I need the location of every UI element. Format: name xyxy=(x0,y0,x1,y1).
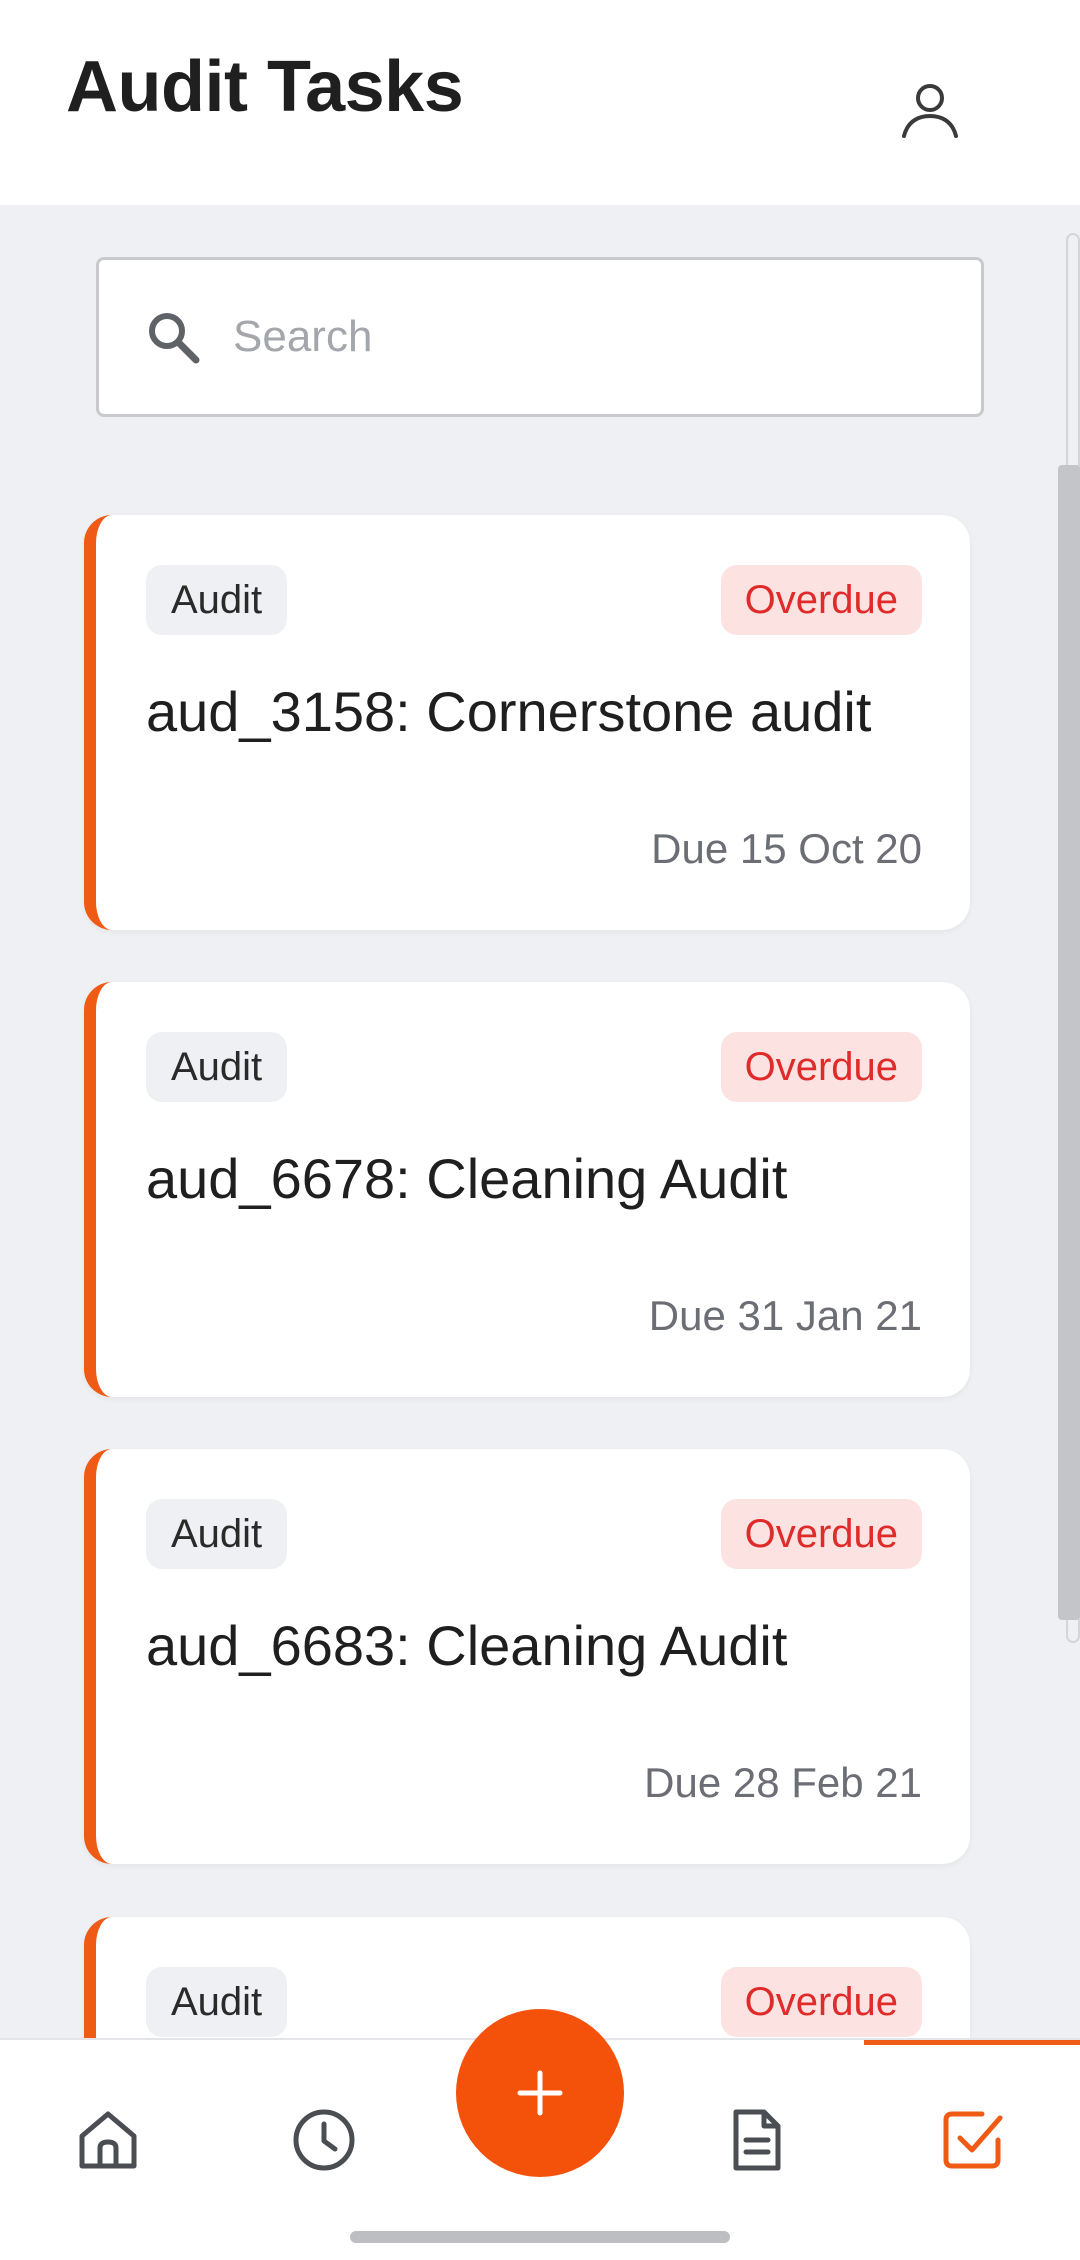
home-icon xyxy=(79,2111,137,2169)
scrollbar-thumb[interactable] xyxy=(1058,465,1080,1620)
task-status-badge: Overdue xyxy=(720,1967,922,2037)
search-section xyxy=(0,205,1066,465)
task-status-badge: Overdue xyxy=(720,1032,922,1102)
task-title: aud_6678: Cleaning Audit xyxy=(146,1147,788,1210)
task-status-badge: Overdue xyxy=(720,565,922,635)
app-header: Audit Tasks xyxy=(0,0,1080,205)
add-task-button[interactable] xyxy=(456,2009,624,2177)
task-type-badge: Audit xyxy=(146,1499,288,1569)
nav-documents[interactable] xyxy=(711,2095,801,2185)
task-title: aud_6683: Cleaning Audit xyxy=(146,1614,788,1677)
document-icon xyxy=(733,2109,781,2171)
task-type-badge: Audit xyxy=(146,1967,288,2037)
nav-home[interactable] xyxy=(63,2095,153,2185)
clock-icon xyxy=(293,2109,355,2171)
task-due-date: Due 15 Oct 20 xyxy=(651,825,922,872)
home-indicator[interactable] xyxy=(350,2231,730,2243)
nav-tasks[interactable] xyxy=(927,2095,1017,2185)
search-box[interactable] xyxy=(96,257,984,417)
page-title: Audit Tasks xyxy=(66,47,464,127)
task-card[interactable]: Audit Overdue aud_3158: Cornerstone audi… xyxy=(84,515,970,930)
plus-icon xyxy=(517,2070,563,2116)
task-card[interactable]: Audit Overdue aud_6683: Cleaning Audit D… xyxy=(84,1449,970,1864)
task-due-date: Due 28 Feb 21 xyxy=(644,1759,922,1806)
task-type-badge: Audit xyxy=(146,565,288,635)
user-icon xyxy=(902,84,958,138)
task-due-date: Due 31 Jan 21 xyxy=(648,1292,922,1339)
task-status-badge: Overdue xyxy=(720,1499,922,1569)
content-area: Audit Overdue aud_3158: Cornerstone audi… xyxy=(0,205,1080,2040)
active-tab-indicator xyxy=(864,2040,1080,2045)
nav-history[interactable] xyxy=(279,2095,369,2185)
search-icon xyxy=(143,307,203,367)
checkbox-icon xyxy=(943,2111,1003,2169)
profile-button[interactable] xyxy=(890,70,970,150)
task-card[interactable]: Audit Overdue aud_6678: Cleaning Audit D… xyxy=(84,982,970,1397)
task-type-badge: Audit xyxy=(146,1032,288,1102)
task-title: aud_3158: Cornerstone audit xyxy=(146,680,872,743)
search-input[interactable] xyxy=(233,312,913,362)
